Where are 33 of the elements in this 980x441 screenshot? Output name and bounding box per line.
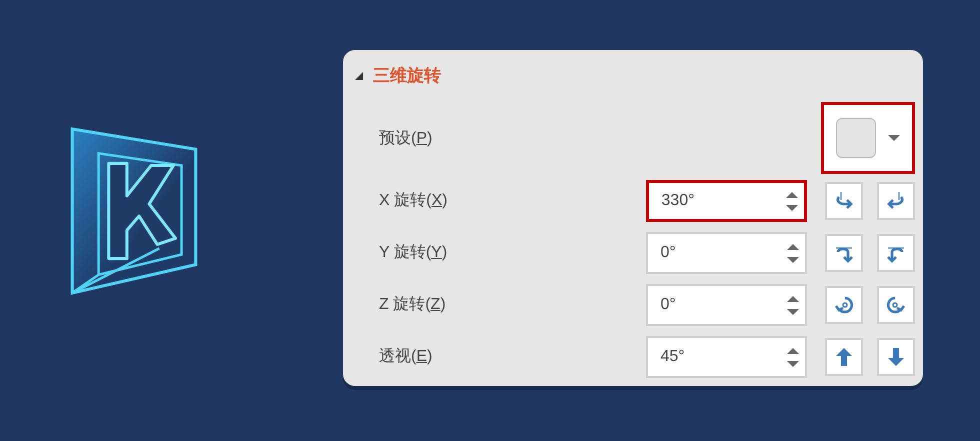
field-label: Y 旋转(Y) bbox=[379, 244, 448, 261]
spin-down-icon[interactable] bbox=[787, 308, 799, 314]
spin-up-icon[interactable] bbox=[787, 348, 799, 354]
caret-icon bbox=[888, 134, 900, 140]
field-label: X 旋转(X) bbox=[379, 192, 448, 209]
rotate-button[interactable] bbox=[877, 286, 915, 324]
rotate-button[interactable] bbox=[825, 182, 863, 220]
rotate-button[interactable] bbox=[825, 338, 863, 376]
spin-field[interactable]: 0° bbox=[646, 232, 807, 274]
spin-field[interactable]: 0° bbox=[646, 284, 807, 326]
field-label: Z 旋转(Z) bbox=[379, 296, 446, 313]
collapse-arrow-icon[interactable] bbox=[355, 72, 363, 80]
spin-field[interactable]: 45° bbox=[646, 336, 807, 378]
rotate-button[interactable] bbox=[877, 338, 915, 376]
spin-up-icon[interactable] bbox=[786, 192, 798, 198]
spin-up-icon[interactable] bbox=[787, 296, 799, 302]
rotate-button[interactable] bbox=[825, 286, 863, 324]
preset-dropdown[interactable] bbox=[821, 102, 915, 174]
rotate-button[interactable] bbox=[877, 234, 915, 272]
spin-up-icon[interactable] bbox=[787, 244, 799, 250]
spin-down-icon[interactable] bbox=[787, 256, 799, 262]
field-value: 330° bbox=[661, 191, 694, 211]
field-value: 0° bbox=[660, 295, 676, 315]
spin-down-icon[interactable] bbox=[787, 360, 799, 366]
field-label: 透视(E) bbox=[379, 348, 432, 365]
field-label: 预设(P) bbox=[379, 128, 432, 148]
rotate-button[interactable] bbox=[877, 182, 915, 220]
preset-swatch bbox=[836, 118, 876, 158]
spin-field[interactable]: 330° bbox=[646, 180, 807, 222]
rotate-button[interactable] bbox=[825, 234, 863, 272]
field-value: 45° bbox=[660, 347, 685, 367]
field-value: 0° bbox=[660, 243, 676, 263]
spin-down-icon[interactable] bbox=[786, 204, 798, 210]
